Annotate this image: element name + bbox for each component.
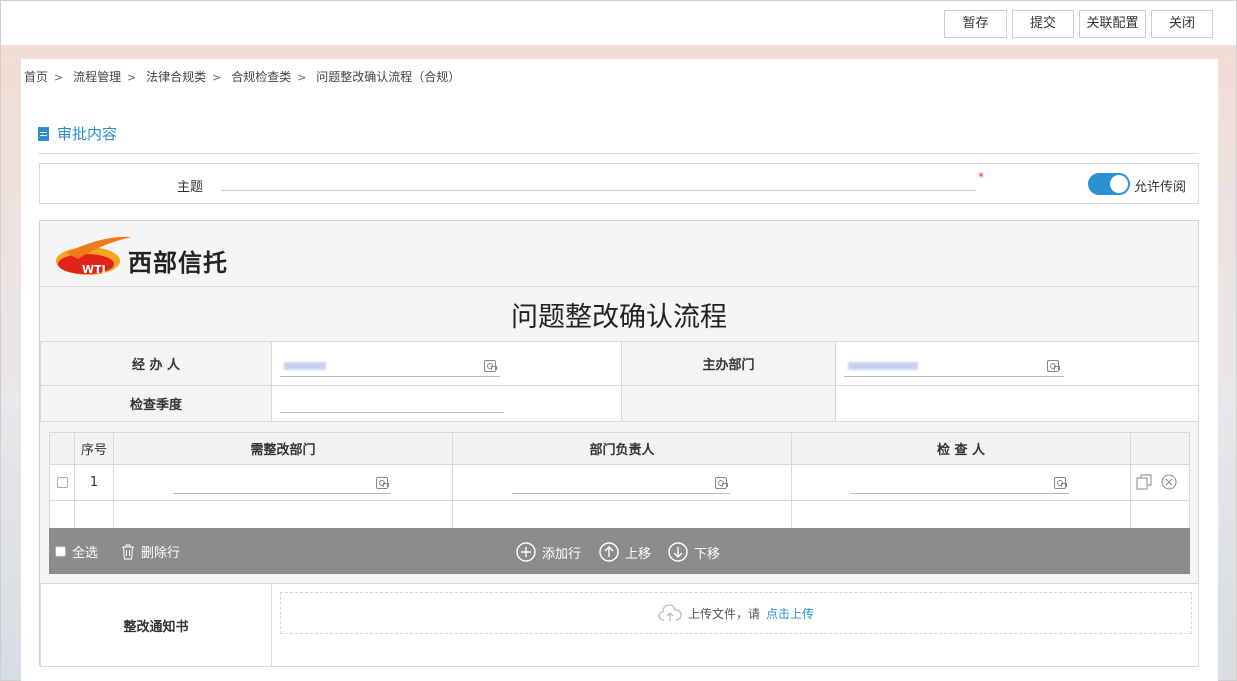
main-panel: 首页 > 流程管理 > 法律合规类 > 合规检查类 > 问题整改确认流程（合规） 审批内… [21,59,1218,681]
breadcrumb: 首页 > 流程管理 > 法律合规类 > 合规检查类 > 问题整改确认流程（合规） [24,70,461,84]
submit-button[interactable]: 提交 [1012,10,1074,38]
cloud-upload-icon [658,604,682,621]
table-row-inspector-cell [791,464,1131,501]
handler-label-cell: 经 办 人 [40,341,272,386]
detail-table: 序号 需整改部门 部门负责人 检 查 人 1 全选 删除行 添加行 上移 下移 [49,432,1190,574]
dept-value-cell [835,341,1199,386]
top-toolbar: 暂存 提交 关联配置 关闭 [1,1,1236,45]
table-header-inspector: 检 查 人 [791,432,1131,465]
select-all-button[interactable]: 全选 [55,542,98,561]
subject-label: 主题 [177,180,204,195]
table-row-empty [49,500,75,529]
move-up-button[interactable]: 上移 [599,542,651,562]
plus-circle-icon [516,542,536,562]
delete-row-button[interactable]: 删除行 [121,542,180,561]
arrow-up-circle-icon [599,542,619,562]
dept-picker-icon[interactable] [376,477,389,489]
logo-row: WTI 西部信托 [40,221,1198,287]
table-row-empty [74,500,114,529]
add-row-button[interactable]: 添加行 [516,542,581,562]
row-checkbox[interactable] [56,477,68,488]
table-row-head-cell [452,464,792,501]
notice-label: 整改通知书 [123,619,189,635]
approval-form: WTI 西部信托 问题整改确认流程 经 办 人 主办部门 检查季度 序号 需整改… [39,220,1199,667]
row-inspector-input[interactable] [851,493,1069,494]
handler-value-cell [271,341,622,386]
dept-input[interactable] [844,376,1064,377]
person-picker-icon[interactable] [715,477,728,489]
dept-value-redacted [848,362,918,370]
breadcrumb-compliance[interactable]: 合规检查类 [231,70,291,84]
table-header-head: 部门负责人 [452,432,792,465]
quarter-input[interactable] [280,412,504,413]
table-row-empty [452,500,792,529]
handler-input[interactable] [280,376,500,377]
quarter-label: 检查季度 [129,398,182,413]
notice-label-cell: 整改通知书 [40,583,272,667]
section-divider [38,153,1199,154]
subject-input[interactable] [221,176,976,191]
table-row-checkbox-cell [49,464,75,501]
upload-hint: 上传文件，请 [687,606,760,621]
breadcrumb-home[interactable]: 首页 [24,70,48,84]
file-upload-area[interactable]: 上传文件，请 点击上传 [280,592,1192,634]
subject-row: 主题 * 允许传阅 [39,163,1199,204]
person-picker-icon[interactable] [1054,477,1067,489]
allow-forward-toggle[interactable] [1088,173,1130,195]
allow-forward-label: 允许传阅 [1134,180,1187,195]
document-icon [38,126,49,141]
company-logo-text: 西部信托 [128,249,228,277]
required-mark: * [978,170,984,184]
quarter-value-cell [271,385,622,422]
save-draft-button[interactable]: 暂存 [944,10,1007,38]
breadcrumb-current: 问题整改确认流程（合规） [316,70,461,84]
dept-label: 主办部门 [702,358,755,373]
table-row-empty [113,500,453,529]
empty-value-cell [835,385,1199,422]
upload-link[interactable]: 点击上传 [766,605,814,622]
company-logo-icon: WTI [56,236,132,276]
move-down-button[interactable]: 下移 [668,542,720,562]
person-picker-icon[interactable] [484,360,497,372]
table-row-actions [1130,464,1190,501]
handler-label: 经 办 人 [131,358,181,373]
delete-row-icon[interactable] [1161,474,1177,490]
table-row-index: 1 [74,464,114,501]
svg-text:WTI: WTI [82,263,106,276]
quarter-label-cell: 检查季度 [40,385,272,422]
link-config-button[interactable]: 关联配置 [1079,10,1146,38]
table-action-bar: 全选 删除行 添加行 上移 下移 [49,528,1190,574]
table-header-dept: 需整改部门 [113,432,453,465]
copy-row-icon[interactable] [1136,474,1152,490]
section-title-text: 审批内容 [57,125,118,143]
select-all-checkbox[interactable] [55,546,66,557]
form-title: 问题整改确认流程 [511,301,727,333]
table-header-index: 序号 [74,432,114,465]
section-title: 审批内容 [38,123,117,144]
handler-value-redacted [284,362,326,370]
table-row-empty [791,500,1131,529]
arrow-down-circle-icon [668,542,688,562]
empty-label-cell [621,385,836,422]
table-header-check [49,432,75,465]
row-dept-input[interactable] [173,493,391,494]
dept-label-cell: 主办部门 [621,341,836,386]
table-row-empty [1130,500,1190,529]
form-title-row: 问题整改确认流程 [40,287,1198,342]
breadcrumb-process[interactable]: 流程管理 [73,70,121,84]
table-header-actions [1130,432,1190,465]
dept-picker-icon[interactable] [1047,360,1060,372]
trash-icon [122,544,134,559]
row-head-input[interactable] [512,493,730,494]
breadcrumb-legal[interactable]: 法律合规类 [146,70,206,84]
close-button[interactable]: 关闭 [1151,10,1213,38]
table-row-dept-cell [113,464,453,501]
